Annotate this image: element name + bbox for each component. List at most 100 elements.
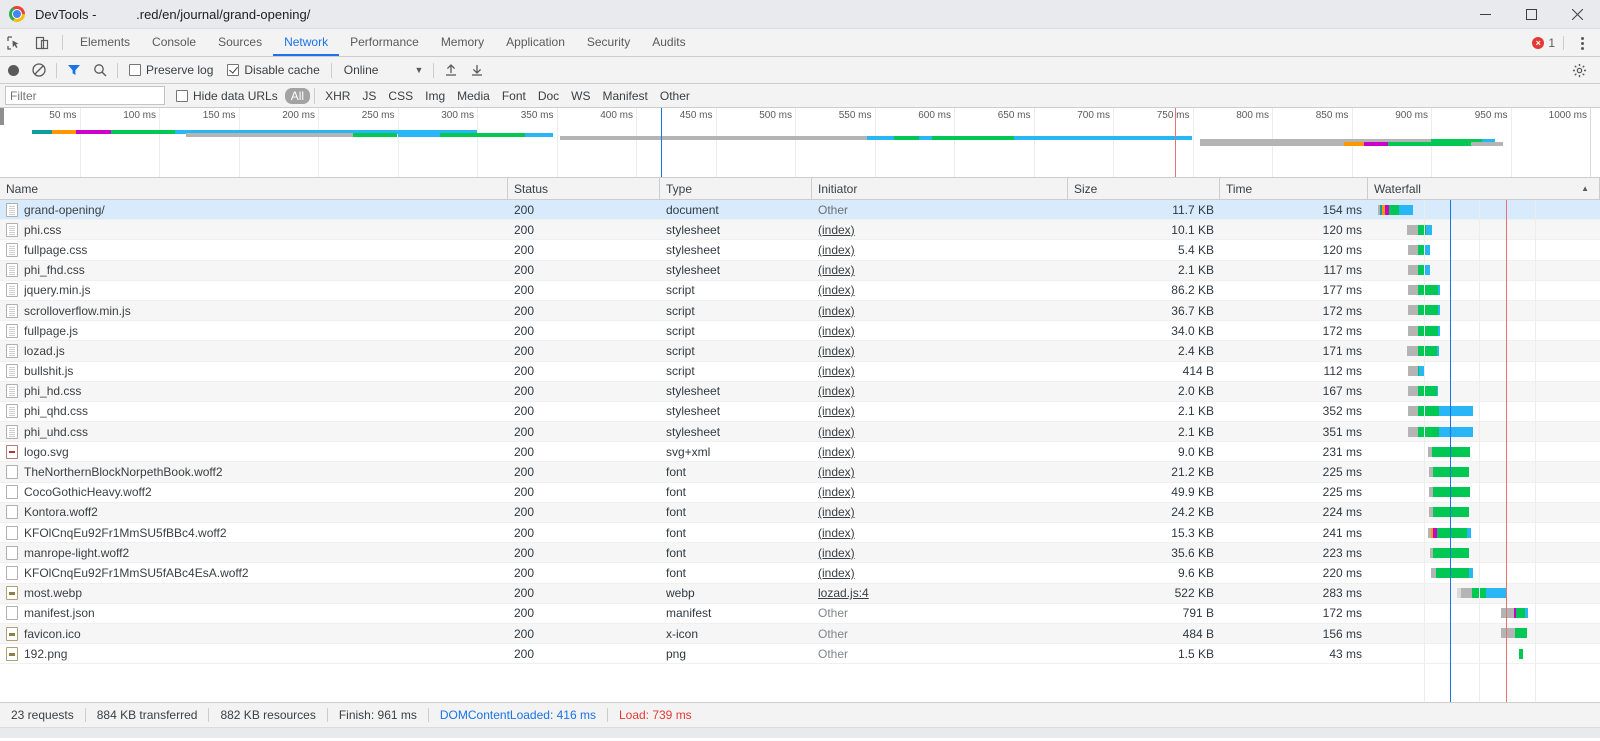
initiator-link[interactable]: (index) — [818, 324, 855, 338]
preserve-log-checkbox[interactable]: Preserve log — [122, 63, 220, 77]
table-row[interactable]: TheNorthernBlockNorpethBook.woff2 200 font… — [0, 462, 1600, 483]
more-options-icon[interactable] — [1572, 36, 1592, 50]
disable-cache-checkbox[interactable]: Disable cache — [220, 63, 326, 77]
initiator-link[interactable]: (index) — [818, 283, 855, 297]
cell-initiator[interactable]: (index) — [812, 304, 1068, 318]
table-row[interactable]: grand-opening/200 document Other 11.7 KB 154… — [0, 200, 1600, 221]
table-row[interactable]: manifest.json 200 manifest Other 791 B 172 ms — [0, 604, 1600, 624]
initiator-link[interactable]: (index) — [818, 505, 855, 519]
cell-initiator[interactable]: (index) — [812, 526, 1068, 540]
initiator-link[interactable]: (index) — [818, 243, 855, 257]
column-header-type[interactable]: Type — [660, 178, 812, 200]
table-row[interactable]: most.webp 200 webp lozad.js:4 522 KB 283 ms — [0, 583, 1600, 604]
table-row[interactable]: logo.svg 200 svg+xml (index) 9.0 KB 231 ms — [0, 442, 1600, 463]
table-row[interactable]: Kontora.woff2 200 font (index) 24.2 KB 224 ms — [0, 502, 1600, 523]
close-button[interactable] — [1554, 0, 1600, 29]
column-header-time[interactable]: Time — [1220, 178, 1368, 200]
cell-initiator[interactable]: (index) — [812, 404, 1068, 418]
tab-application[interactable]: Application — [495, 29, 576, 56]
cell-initiator[interactable]: (index) — [812, 546, 1068, 560]
table-row[interactable]: fullpage.css 200 stylesheet (index) 5.4 KB 12… — [0, 240, 1600, 261]
cell-initiator[interactable]: (index) — [812, 243, 1068, 257]
table-row[interactable]: manrope-light.woff2 200 font (index) 35.6 KB… — [0, 543, 1600, 564]
initiator-link[interactable]: (index) — [818, 304, 855, 318]
tab-elements[interactable]: Elements — [69, 29, 141, 56]
hide-data-urls-checkbox[interactable]: Hide data URLs — [169, 89, 285, 103]
initiator-link[interactable]: (index) — [818, 223, 855, 237]
minimize-button[interactable] — [1462, 0, 1508, 29]
column-header-initiator[interactable]: Initiator — [812, 178, 1068, 200]
table-row[interactable]: phi_qhd.css 200 stylesheet (index) 2.1 KB 352… — [0, 402, 1600, 423]
column-header-name[interactable]: Name — [0, 178, 508, 200]
throttling-dropdown[interactable]: Online ▼ — [336, 63, 430, 77]
tab-security[interactable]: Security — [576, 29, 641, 56]
network-settings-gear-icon[interactable] — [1566, 58, 1592, 84]
tab-audits[interactable]: Audits — [641, 29, 696, 56]
initiator-link[interactable]: (index) — [818, 404, 855, 418]
table-row[interactable]: KFOlCnqEu92Fr1MmSU5fBBc4.woff2 200 font (in… — [0, 523, 1600, 544]
network-overview-timeline[interactable]: 50 ms 100 ms 150 ms 200 ms 250 ms 300 ms 350 m… — [0, 108, 1600, 178]
record-button[interactable] — [0, 57, 26, 83]
filter-type-img[interactable]: Img — [419, 88, 451, 104]
filter-type-font[interactable]: Font — [496, 88, 532, 104]
filter-type-js[interactable]: JS — [356, 88, 382, 104]
overview-right-handle[interactable] — [1590, 108, 1600, 177]
initiator-link[interactable]: (index) — [818, 465, 855, 479]
cell-initiator[interactable]: (index) — [812, 364, 1068, 378]
cell-initiator[interactable]: (index) — [812, 324, 1068, 338]
cell-initiator[interactable]: (index) — [812, 263, 1068, 277]
table-row[interactable]: favicon.ico 200 x-icon Other 484 B 156 ms — [0, 623, 1600, 645]
filter-input[interactable] — [5, 86, 165, 105]
device-toolbar-icon[interactable] — [28, 29, 56, 56]
filter-type-other[interactable]: Other — [654, 88, 696, 104]
table-row[interactable]: KFOlCnqEu92Fr1MmSU5fABc4EsA.woff2 200 font… — [0, 563, 1600, 584]
table-row[interactable]: phi_fhd.css 200 stylesheet (index) 2.1 KB 117… — [0, 260, 1600, 281]
filter-type-xhr[interactable]: XHR — [319, 88, 356, 104]
maximize-button[interactable] — [1508, 0, 1554, 29]
table-row[interactable]: phi_uhd.css 200 stylesheet (index) 2.1 KB 351… — [0, 422, 1600, 443]
cell-initiator[interactable]: (index) — [812, 283, 1068, 297]
table-row[interactable]: lozad.js 200 script (index) 2.4 KB 171 ms — [0, 341, 1600, 362]
initiator-link[interactable]: (index) — [818, 485, 855, 499]
filter-type-doc[interactable]: Doc — [532, 88, 565, 104]
cell-initiator[interactable]: (index) — [812, 425, 1068, 439]
initiator-link[interactable]: (index) — [818, 263, 855, 277]
initiator-link[interactable]: (index) — [818, 364, 855, 378]
initiator-link[interactable]: (index) — [818, 546, 855, 560]
table-row[interactable]: fullpage.js 200 script (index) 34.0 KB 172 ms — [0, 321, 1600, 342]
tab-sources[interactable]: Sources — [207, 29, 273, 56]
filter-type-ws[interactable]: WS — [565, 88, 596, 104]
initiator-link[interactable]: (index) — [818, 425, 855, 439]
table-row[interactable]: CocoGothicHeavy.woff2 200 font (index) 49.9 … — [0, 483, 1600, 503]
filter-toggle-button[interactable] — [61, 57, 87, 83]
initiator-link[interactable]: (index) — [818, 445, 855, 459]
export-har-button[interactable] — [464, 57, 490, 83]
cell-initiator[interactable]: (index) — [812, 465, 1068, 479]
tab-network[interactable]: Network — [273, 29, 340, 56]
tab-performance[interactable]: Performance — [339, 29, 430, 56]
inspect-element-icon[interactable] — [0, 29, 28, 56]
filter-type-media[interactable]: Media — [451, 88, 496, 104]
table-row[interactable]: bullshit.js 200 script (index) 414 B 112 ms — [0, 362, 1600, 382]
initiator-link[interactable]: (index) — [818, 344, 855, 358]
cell-initiator[interactable]: lozad.js:4 — [812, 586, 1068, 600]
error-count-badge[interactable]: × 1 — [1532, 36, 1555, 50]
initiator-link[interactable]: (index) — [818, 384, 855, 398]
table-row[interactable]: phi_hd.css 200 stylesheet (index) 2.0 KB 167 … — [0, 381, 1600, 402]
table-row[interactable]: scrolloverflow.min.js 200 script (index) 36.… — [0, 300, 1600, 322]
cell-initiator[interactable]: (index) — [812, 344, 1068, 358]
cell-initiator[interactable]: (index) — [812, 566, 1068, 580]
table-row[interactable]: 192.png 200 png Other 1.5 KB 43 ms — [0, 644, 1600, 665]
search-button[interactable] — [87, 57, 113, 83]
initiator-link[interactable]: lozad.js:4 — [818, 586, 869, 600]
column-header-waterfall[interactable]: Waterfall ▲ — [1368, 178, 1600, 200]
cell-initiator[interactable]: (index) — [812, 485, 1068, 499]
cell-initiator[interactable]: (index) — [812, 384, 1068, 398]
tab-console[interactable]: Console — [141, 29, 207, 56]
initiator-link[interactable]: (index) — [818, 526, 855, 540]
table-row[interactable]: jquery.min.js 200 script (index) 86.2 KB 177 … — [0, 281, 1600, 301]
initiator-link[interactable]: (index) — [818, 566, 855, 580]
cell-initiator[interactable]: (index) — [812, 505, 1068, 519]
table-row[interactable]: phi.css 200 stylesheet (index) 10.1 KB 120 ms — [0, 220, 1600, 241]
column-header-status[interactable]: Status — [508, 178, 660, 200]
